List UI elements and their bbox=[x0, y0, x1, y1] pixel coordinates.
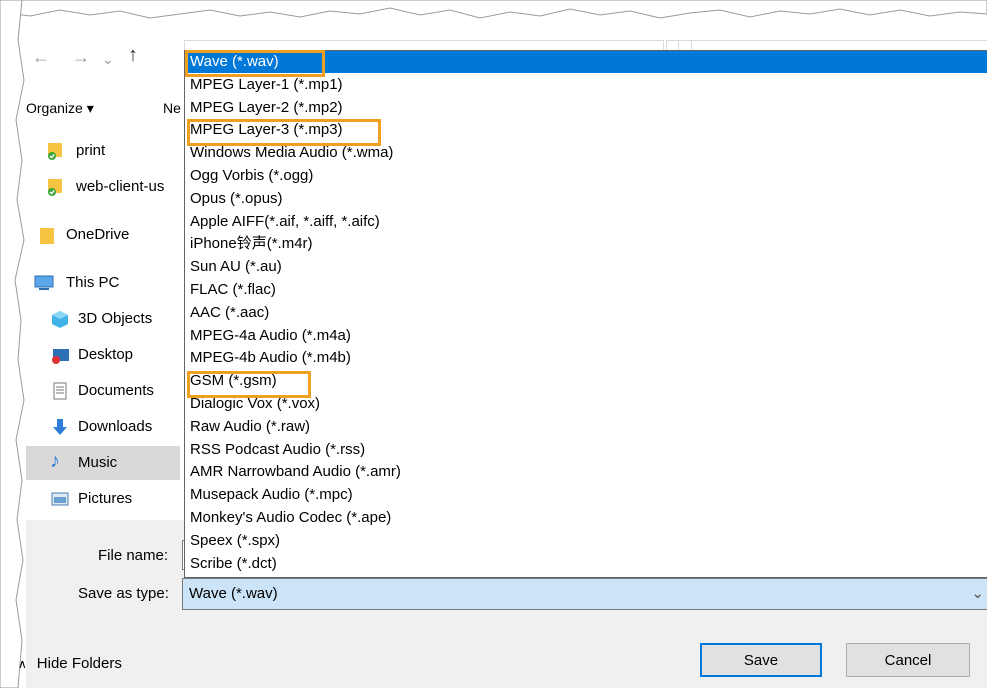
file-type-option[interactable]: GSM (*.gsm) bbox=[185, 370, 987, 392]
up-arrow-icon[interactable]: ↑ bbox=[128, 45, 138, 65]
file-type-option[interactable]: MPEG-4a Audio (*.m4a) bbox=[185, 325, 987, 347]
document-icon bbox=[53, 382, 67, 400]
nav-item-onedrive[interactable]: OneDrive bbox=[26, 218, 180, 252]
organize-button[interactable]: Organize ▾ bbox=[26, 100, 94, 117]
nav-item-downloads[interactable]: Downloads bbox=[26, 410, 180, 444]
synced-folder-icon bbox=[48, 143, 62, 160]
file-name-label: File name: bbox=[98, 547, 169, 564]
file-type-option[interactable]: MPEG-4b Audio (*.m4b) bbox=[185, 347, 987, 369]
nav-item-label: Desktop bbox=[78, 346, 134, 363]
torn-edge-top bbox=[0, 0, 987, 19]
nav-item-desktop[interactable]: Desktop bbox=[26, 338, 180, 372]
nav-item-label: web-client-us bbox=[76, 178, 165, 195]
chevron-up-icon: ∧ bbox=[18, 657, 27, 671]
file-type-option[interactable]: Monkey's Audio Codec (*.ape) bbox=[185, 507, 987, 529]
nav-item-label: print bbox=[76, 142, 106, 159]
file-type-option[interactable]: AAC (*.aac) bbox=[185, 302, 987, 324]
file-type-option[interactable]: Sun AU (*.au) bbox=[185, 256, 987, 278]
file-type-option[interactable]: iPhone铃声(*.m4r) bbox=[185, 233, 987, 255]
nav-item-label: Music bbox=[78, 454, 118, 471]
file-type-dropdown-list: Wave (*.wav) MPEG Layer-1 (*.mp1) MPEG Lay… bbox=[184, 50, 987, 578]
nav-item-label: Documents bbox=[78, 382, 154, 399]
navigation-pane: print web-client-us OneDrive This PC 3D … bbox=[26, 130, 180, 525]
pictures-icon bbox=[51, 492, 69, 506]
file-type-option[interactable]: Speex (*.spx) bbox=[185, 530, 987, 552]
file-type-option[interactable]: Opus (*.opus) bbox=[185, 188, 987, 210]
nav-item-3d-objects[interactable]: 3D Objects bbox=[26, 302, 180, 336]
file-type-option[interactable]: Raw Audio (*.raw) bbox=[185, 416, 987, 438]
save-as-type-select[interactable]: Wave (*.wav) ⌄ bbox=[182, 578, 987, 610]
file-type-option[interactable]: Musepack Audio (*.mpc) bbox=[185, 484, 987, 506]
nav-item-label: Pictures bbox=[78, 490, 133, 507]
desktop-icon bbox=[52, 349, 69, 364]
nav-item-pictures[interactable]: Pictures bbox=[26, 482, 180, 516]
nav-item-music[interactable]: ♪ Music bbox=[26, 446, 180, 480]
file-type-option[interactable]: MPEG Layer-1 (*.mp1) bbox=[185, 74, 987, 96]
save-as-type-value: Wave (*.wav) bbox=[189, 585, 278, 602]
nav-item-web-client[interactable]: web-client-us bbox=[26, 170, 180, 204]
file-type-option[interactable]: RSS Podcast Audio (*.rss) bbox=[185, 439, 987, 461]
nav-item-print[interactable]: print bbox=[26, 134, 180, 168]
torn-edge-left bbox=[0, 0, 25, 688]
cube-icon bbox=[52, 311, 68, 328]
folder-icon bbox=[40, 228, 54, 244]
file-type-option[interactable]: MPEG Layer-3 (*.mp3) bbox=[185, 119, 987, 141]
file-type-option[interactable]: MPEG Layer-2 (*.mp2) bbox=[185, 97, 987, 119]
computer-icon bbox=[34, 275, 54, 290]
file-type-option[interactable]: Apple AIFF(*.aif, *.aiff, *.aifc) bbox=[185, 211, 987, 233]
save-as-type-label: Save as type: bbox=[78, 585, 169, 602]
synced-folder-icon bbox=[48, 179, 62, 196]
file-type-option[interactable]: Dialogic Vox (*.vox) bbox=[185, 393, 987, 415]
file-type-option[interactable]: Scribe (*.dct) bbox=[185, 553, 987, 575]
save-button[interactable]: Save bbox=[700, 643, 822, 677]
file-type-option[interactable]: FLAC (*.flac) bbox=[185, 279, 987, 301]
new-folder-button[interactable]: Ne bbox=[163, 100, 183, 116]
hide-folders-toggle[interactable]: ∧ Hide Folders bbox=[18, 655, 122, 672]
hide-folders-label: Hide Folders bbox=[36, 655, 122, 672]
back-arrow-icon[interactable]: ← bbox=[32, 48, 50, 66]
nav-item-this-pc[interactable]: This PC bbox=[26, 266, 180, 300]
file-type-option[interactable]: Windows Media Audio (*.wma) bbox=[185, 142, 987, 164]
nav-item-label: 3D Objects bbox=[78, 310, 153, 327]
download-icon bbox=[53, 419, 67, 435]
nav-item-label: Downloads bbox=[78, 418, 153, 435]
file-type-option[interactable]: Ogg Vorbis (*.ogg) bbox=[185, 165, 987, 187]
forward-arrow-icon[interactable]: → bbox=[72, 48, 90, 66]
nav-item-label: This PC bbox=[66, 274, 120, 291]
recent-locations-chevron-icon[interactable]: ⌄ bbox=[102, 50, 114, 68]
file-type-option[interactable]: Wave (*.wav) bbox=[185, 51, 987, 73]
cancel-button[interactable]: Cancel bbox=[846, 643, 970, 677]
music-icon: ♪ bbox=[50, 450, 60, 472]
chevron-down-icon: ⌄ bbox=[971, 585, 984, 602]
nav-item-documents[interactable]: Documents bbox=[26, 374, 180, 408]
nav-item-label: OneDrive bbox=[66, 226, 130, 243]
file-type-option[interactable]: AMR Narrowband Audio (*.amr) bbox=[185, 461, 987, 483]
